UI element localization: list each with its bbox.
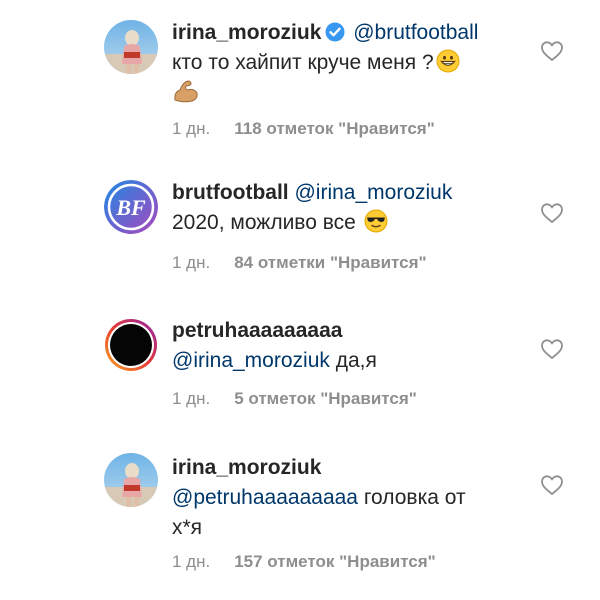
comment-username[interactable]: irina_moroziuk: [172, 456, 321, 479]
like-heart-icon[interactable]: [540, 40, 564, 62]
comment-meta: 1 дн. 84 отметки "Нравится": [172, 253, 427, 273]
comment-line: brutfootball @irina_moroziuk: [172, 178, 532, 208]
comment-mention[interactable]: @irina_moroziuk: [172, 349, 330, 372]
comment-line: х*я: [172, 513, 532, 543]
comment-line: @irina_moroziuk да,я: [172, 346, 532, 376]
comment-text: 2020, можливо все: [172, 211, 356, 234]
comment-line: irina_moroziuk @brutfootball: [172, 18, 532, 48]
grinning-face-icon: [436, 49, 460, 73]
comment-text: головка от: [363, 486, 466, 509]
comment-time: 1 дн.: [172, 253, 211, 272]
comment-username[interactable]: petruhaaaaaaaaa: [172, 319, 342, 342]
comment-text-continued: х*я: [172, 516, 203, 539]
verified-badge-icon: [325, 21, 345, 42]
comment-mention[interactable]: @brutfootball: [353, 21, 478, 44]
avatar[interactable]: [104, 20, 158, 74]
comment-text: да,я: [335, 349, 377, 372]
comment-text: кто то хайпит круче меня ?: [172, 51, 434, 74]
comment-line: [172, 78, 532, 109]
comment-username[interactable]: brutfootball: [172, 181, 289, 204]
flexed-biceps-icon: [172, 78, 200, 104]
comment-likes[interactable]: 157 отметок "Нравится": [234, 552, 436, 571]
comment-likes[interactable]: 5 отметок "Нравится": [234, 389, 417, 408]
comment-time: 1 дн.: [172, 389, 211, 408]
avatar[interactable]: [104, 453, 158, 507]
sunglasses-face-icon: [364, 209, 388, 233]
comment-username[interactable]: irina_moroziuk: [172, 21, 321, 44]
comment-meta: 1 дн. 118 отметок "Нравится": [172, 119, 435, 139]
comment-time: 1 дн.: [172, 552, 211, 571]
like-heart-icon[interactable]: [540, 338, 564, 360]
avatar[interactable]: BF: [104, 180, 158, 234]
comment-line: petruhaaaaaaaaa: [172, 316, 532, 346]
avatar-logo-text: BF: [115, 195, 146, 220]
like-heart-icon[interactable]: [540, 202, 564, 224]
comment-line: кто то хайпит круче меня ?: [172, 48, 532, 78]
comment-meta: 1 дн. 5 отметок "Нравится": [172, 389, 417, 409]
comment-likes[interactable]: 84 отметки "Нравится": [234, 253, 426, 272]
comment-mention[interactable]: @petruhaaaaaaaaa: [172, 486, 358, 509]
comment-line: irina_moroziuk: [172, 453, 532, 483]
comment-meta: 1 дн. 157 отметок "Нравится": [172, 552, 436, 572]
like-heart-icon[interactable]: [540, 474, 564, 496]
comment-line: @petruhaaaaaaaaa головка от: [172, 483, 532, 513]
comment-likes[interactable]: 118 отметок "Нравится": [234, 119, 435, 138]
comment-mention[interactable]: @irina_moroziuk: [294, 181, 452, 204]
comment-time: 1 дн.: [172, 119, 211, 138]
avatar[interactable]: [104, 318, 158, 372]
comment-line: 2020, можливо все: [172, 208, 532, 238]
